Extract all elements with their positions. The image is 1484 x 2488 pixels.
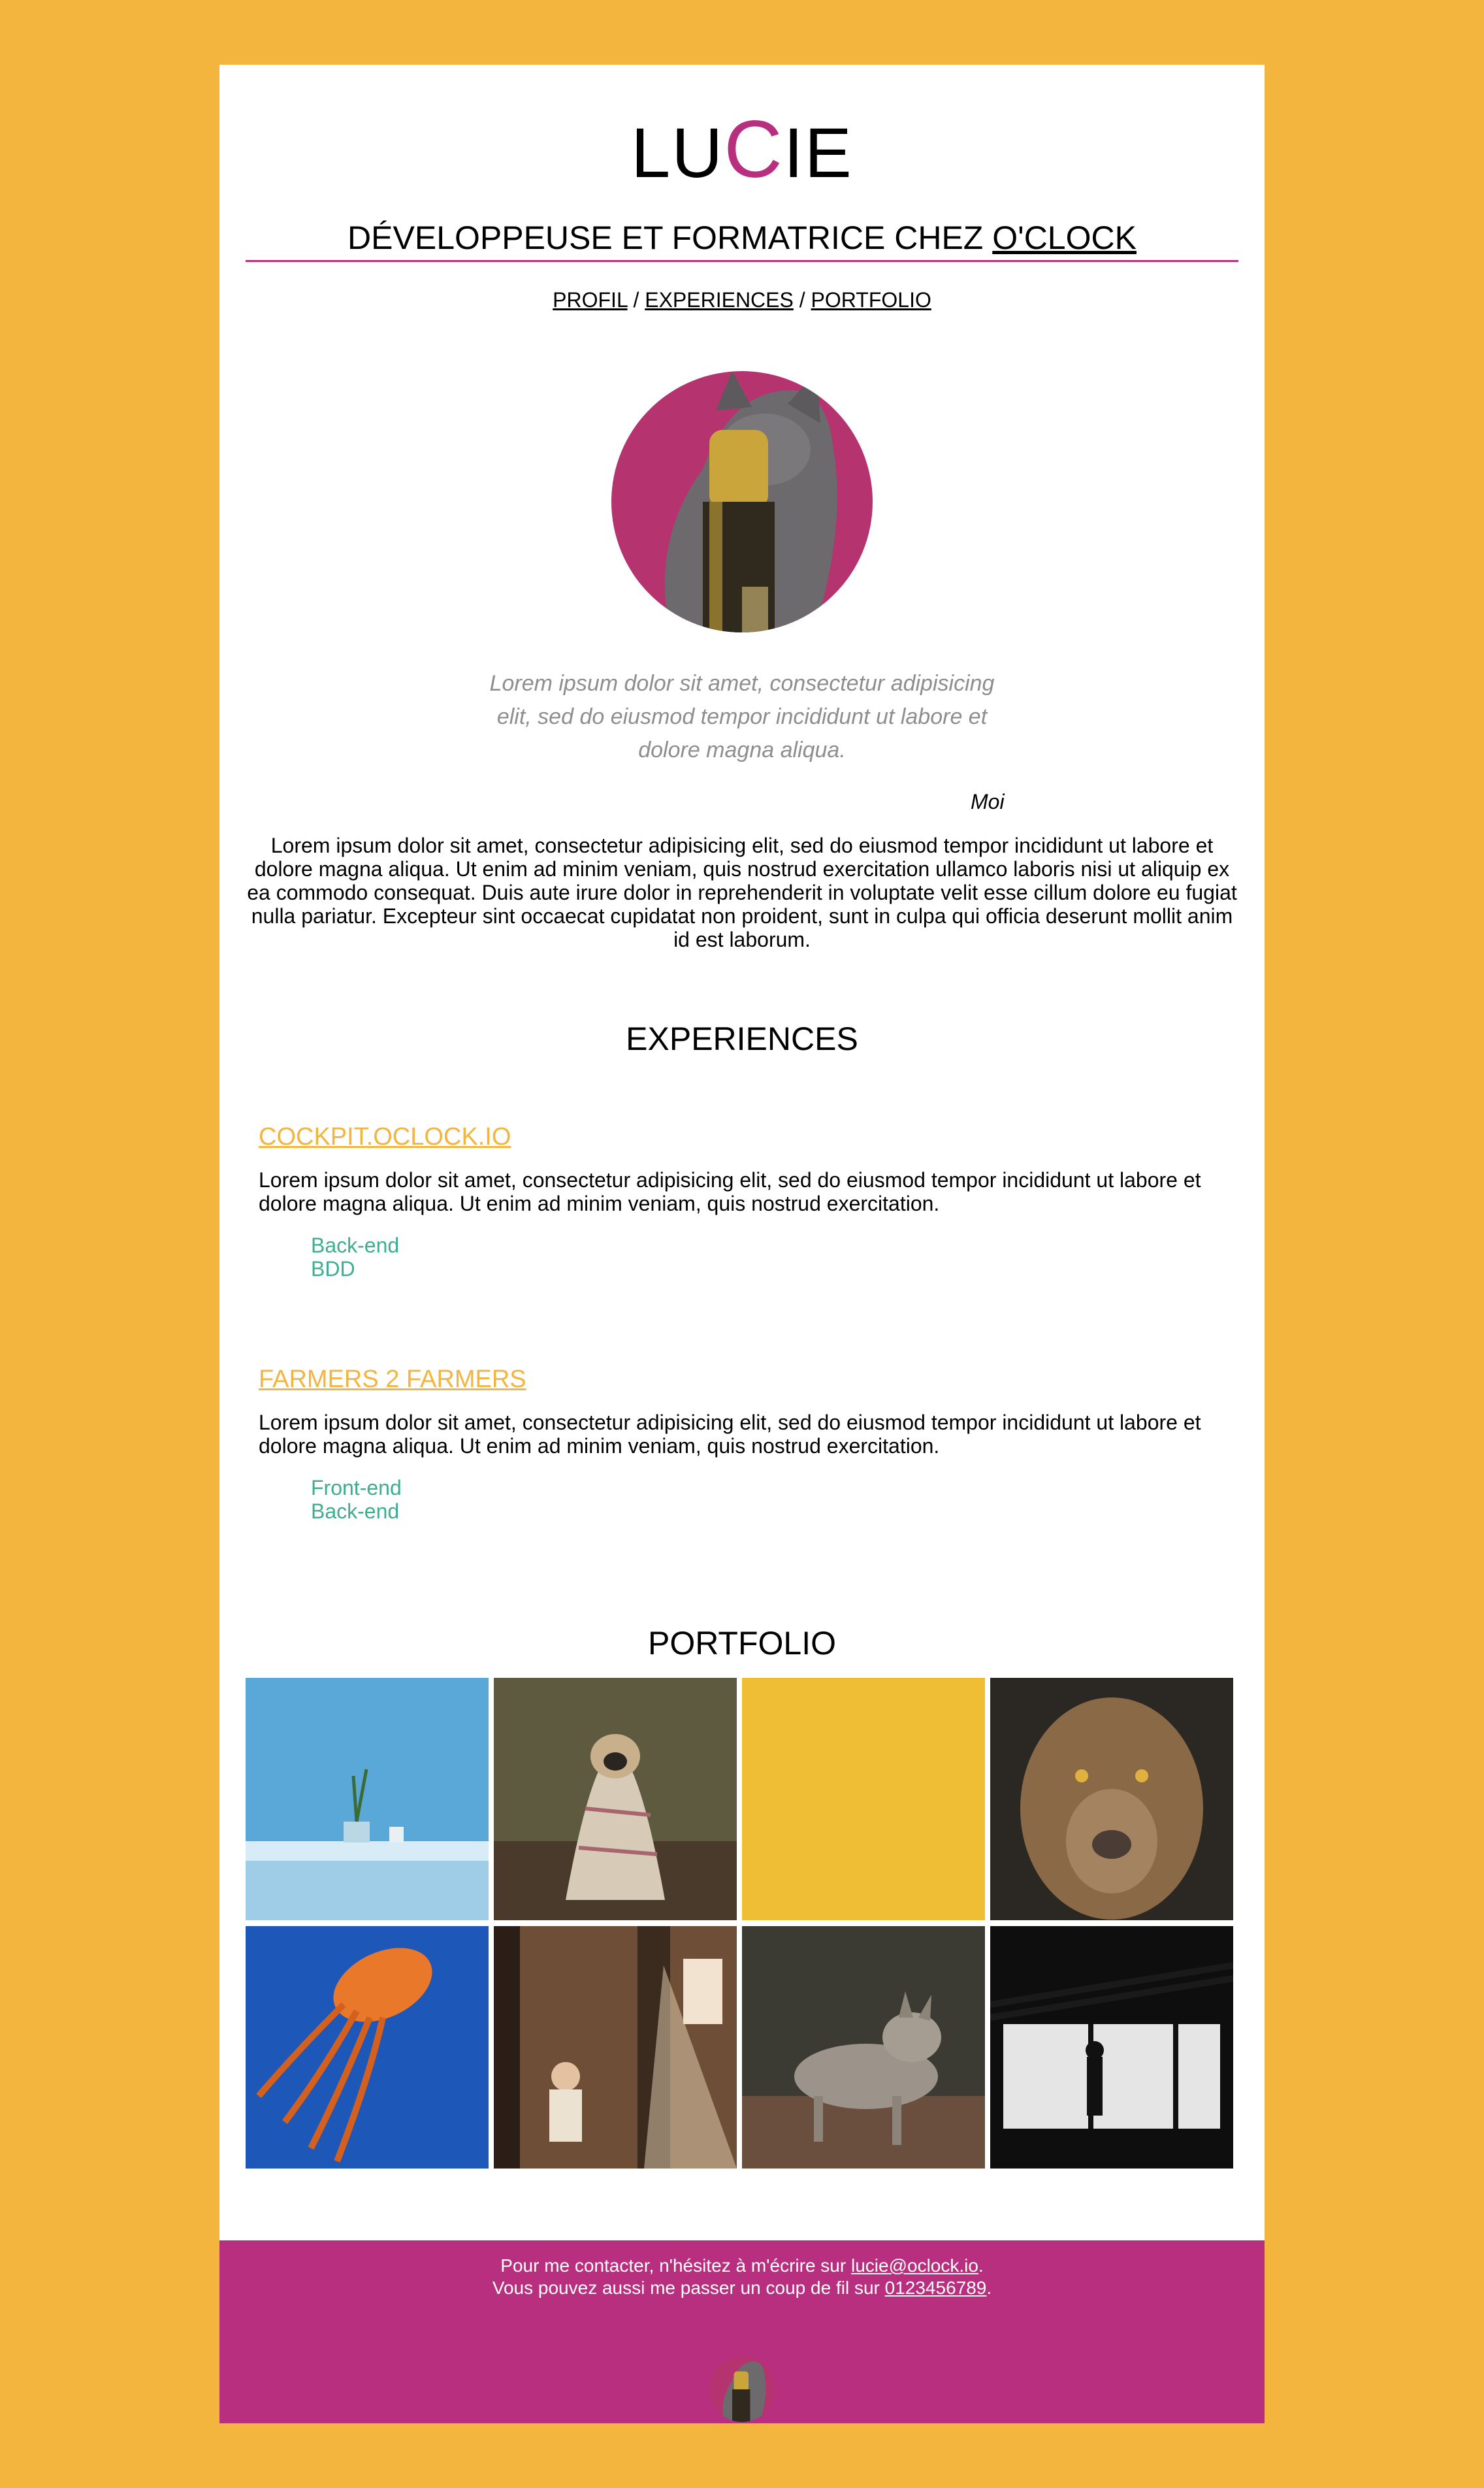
portfolio-image-pug[interactable] bbox=[494, 1678, 737, 1920]
profile-description: Lorem ipsum dolor sit amet, consectetur … bbox=[247, 834, 1237, 951]
nav-separator: / bbox=[799, 288, 805, 312]
footer: Pour me contacter, n'hésitez à m'écrire … bbox=[219, 2240, 1265, 2423]
portfolio-title: PORTFOLIO bbox=[647, 1625, 836, 1661]
portfolio-image-vase[interactable] bbox=[246, 1678, 489, 1920]
nav-separator: / bbox=[633, 288, 639, 312]
logo-prefix: LU bbox=[631, 113, 724, 192]
experience-link-cockpit[interactable]: COCKPIT.OCLOCK.IO bbox=[259, 1123, 511, 1151]
portfolio-image-lioness[interactable] bbox=[990, 1678, 1233, 1920]
page-container: LUCIE DÉVELOPPEUSE ET FORMATRICE CHEZ O'… bbox=[219, 65, 1265, 2423]
header-divider bbox=[246, 260, 1238, 262]
tag: Front-end bbox=[311, 1476, 402, 1499]
footer-period: . bbox=[978, 2255, 984, 2276]
tag: Back-end bbox=[311, 1499, 400, 1523]
portfolio-image-hangar[interactable] bbox=[990, 1926, 1233, 2169]
footer-line-1: Pour me contacter, n'hésitez à m'écrire … bbox=[219, 2255, 1265, 2277]
experience-item: FARMERS 2 FARMERS Lorem ipsum dolor sit … bbox=[259, 1366, 1225, 1523]
tag: Back-end bbox=[311, 1234, 400, 1257]
footer-period: . bbox=[986, 2278, 992, 2298]
portfolio-image-jellyfish[interactable] bbox=[246, 1926, 489, 2169]
tagline-text: DÉVELOPPEUSE ET FORMATRICE CHEZ bbox=[347, 220, 984, 256]
portfolio-image-man-room[interactable] bbox=[494, 1926, 737, 2169]
experience-tags: Front-end Back-end bbox=[311, 1476, 1225, 1523]
experience-item: COCKPIT.OCLOCK.IO Lorem ipsum dolor sit … bbox=[259, 1123, 1225, 1281]
footer-phone-text: Vous pouvez aussi me passer un coup de f… bbox=[492, 2278, 880, 2298]
logo-suffix: IE bbox=[783, 113, 853, 192]
experiences-title: EXPERIENCES bbox=[626, 1021, 858, 1057]
quote-author: Moi bbox=[971, 790, 1005, 813]
portfolio-grid bbox=[246, 1678, 1234, 2169]
footer-line-2: Vous pouvez aussi me passer un coup de f… bbox=[219, 2277, 1265, 2299]
footer-contact: Pour me contacter, n'hésitez à m'écrire … bbox=[219, 2240, 1265, 2299]
nav-experiences[interactable]: EXPERIENCES bbox=[645, 288, 794, 312]
experience-tags: Back-end BDD bbox=[311, 1234, 1225, 1281]
profile-avatar bbox=[611, 371, 873, 632]
footer-avatar bbox=[709, 2357, 775, 2422]
experience-heading: COCKPIT.OCLOCK.IO bbox=[259, 1123, 1225, 1151]
tag: BDD bbox=[311, 1257, 355, 1281]
site-logo: LUCIE bbox=[219, 109, 1265, 192]
main-nav: PROFIL / EXPERIENCES / PORTFOLIO bbox=[219, 288, 1265, 312]
profile-quote: Lorem ipsum dolor sit amet, consectetur … bbox=[489, 671, 995, 762]
oclock-link[interactable]: O'CLOCK bbox=[992, 220, 1137, 256]
tagline: DÉVELOPPEUSE ET FORMATRICE CHEZ O'CLOCK bbox=[219, 218, 1265, 257]
experience-description: Lorem ipsum dolor sit amet, consectetur … bbox=[259, 1411, 1201, 1458]
email-link[interactable]: lucie@oclock.io bbox=[851, 2255, 978, 2276]
experience-heading: FARMERS 2 FARMERS bbox=[259, 1366, 1225, 1394]
experience-description: Lorem ipsum dolor sit amet, consectetur … bbox=[259, 1168, 1201, 1215]
portfolio-image-coyote[interactable] bbox=[742, 1926, 985, 2169]
footer-email-text: Pour me contacter, n'hésitez à m'écrire … bbox=[500, 2255, 847, 2276]
experience-link-farmers[interactable]: FARMERS 2 FARMERS bbox=[259, 1366, 526, 1393]
nav-portfolio[interactable]: PORTFOLIO bbox=[811, 288, 931, 312]
logo-accent-letter: C bbox=[724, 105, 784, 195]
nav-profil[interactable]: PROFIL bbox=[553, 288, 627, 312]
phone-link[interactable]: 0123456789 bbox=[885, 2278, 987, 2298]
profile-avatar-wrap bbox=[219, 371, 1265, 636]
portfolio-image-yellow[interactable] bbox=[742, 1678, 985, 1920]
